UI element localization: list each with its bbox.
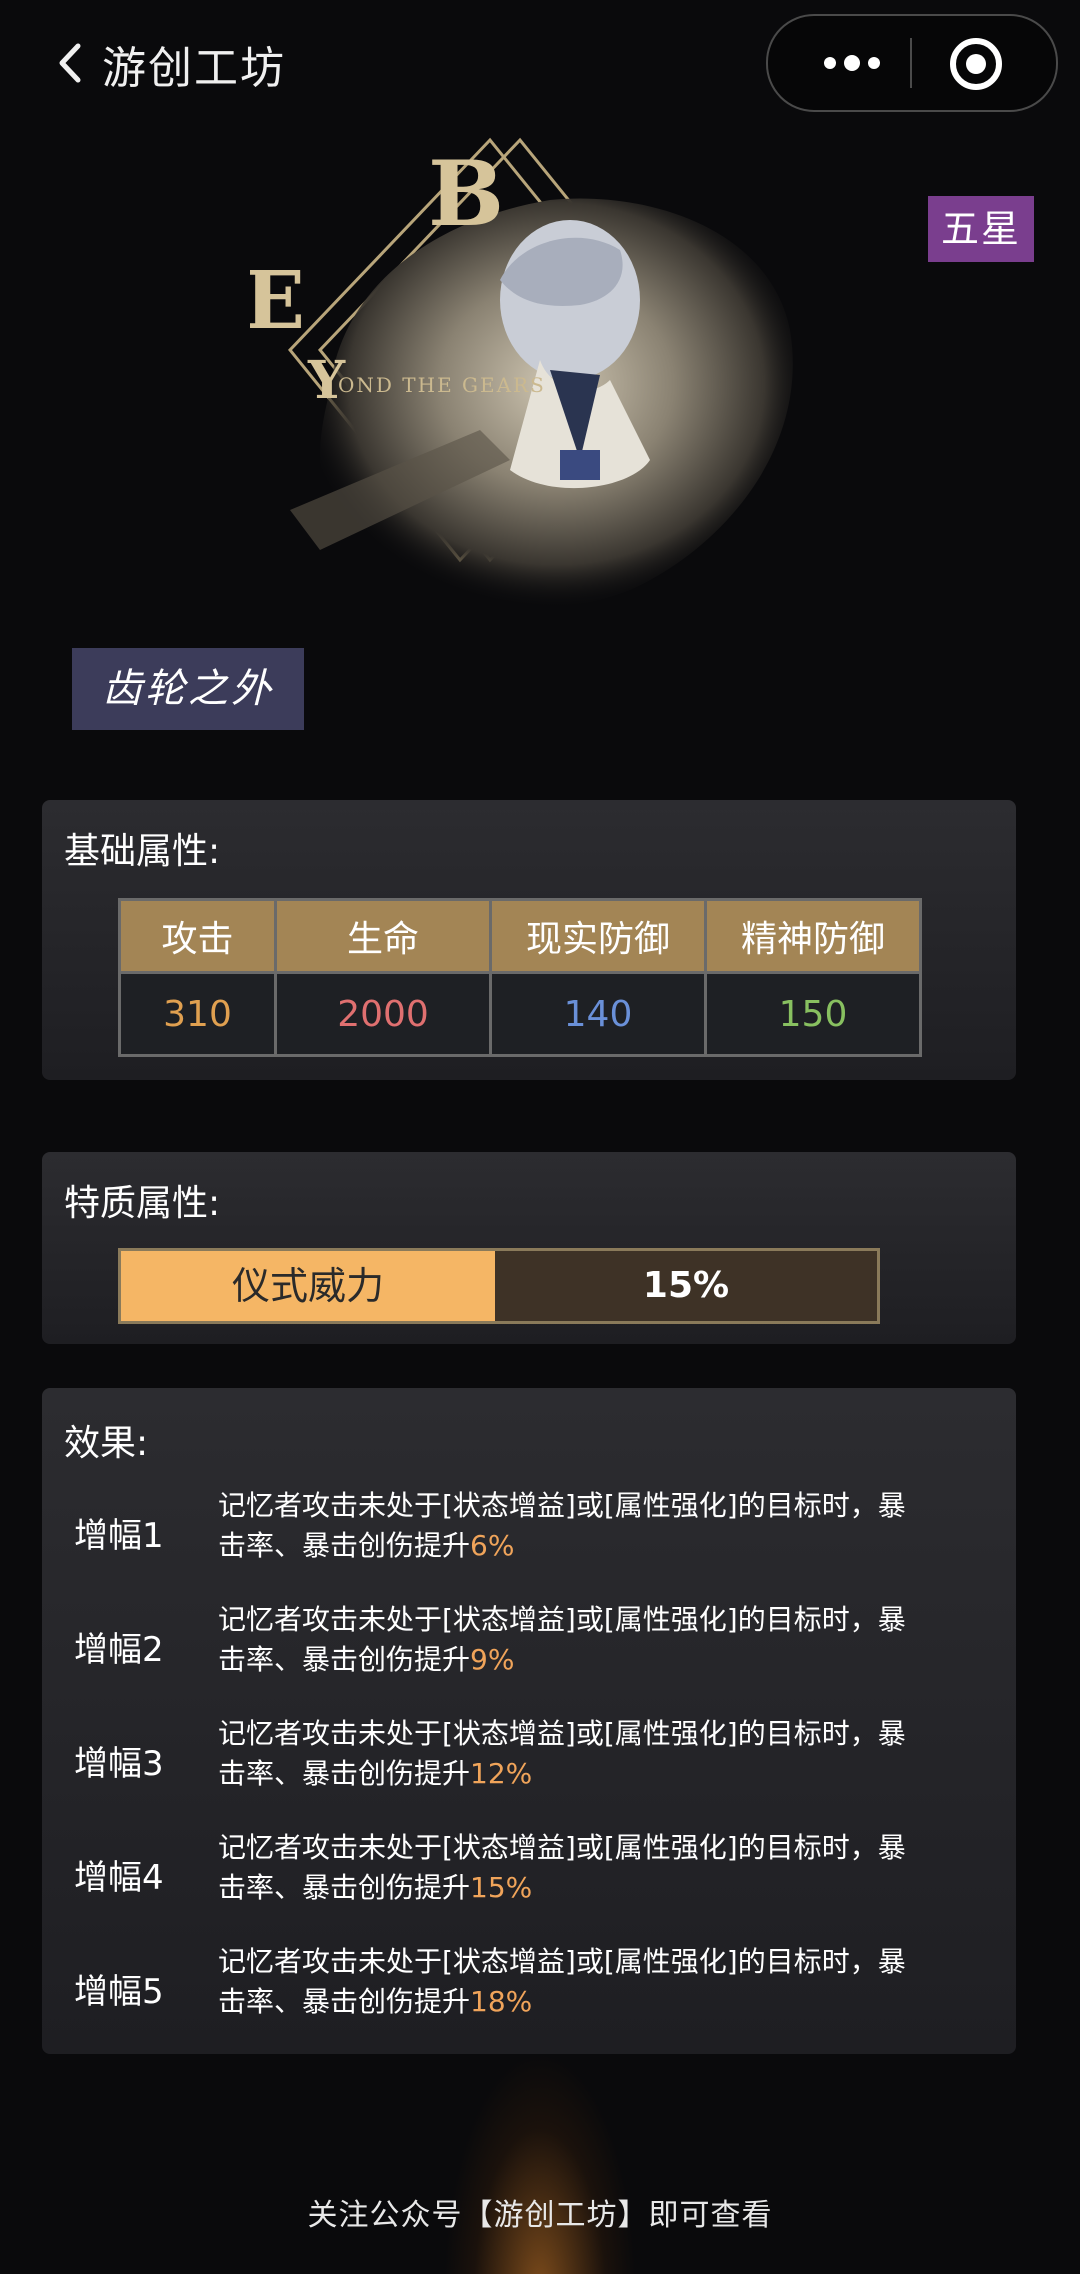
effect-label: 增幅2 xyxy=(74,1630,164,1670)
stat-value-attack: 310 xyxy=(118,971,277,1057)
trait-name: 仪式威力 xyxy=(121,1251,495,1321)
capsule-divider xyxy=(910,38,912,88)
stats-table: 攻击 生命 现实防御 精神防御 310 2000 140 150 xyxy=(118,898,922,1057)
effect-value: 15% xyxy=(470,1871,533,1904)
effect-description: 记忆者攻击未处于[状态增益]或[属性强化]的目标时，暴 击率、暴击创伤提升18% xyxy=(218,1942,958,2022)
effect-line-2: 击率、暴击创伤提升6% xyxy=(218,1526,958,1566)
trait-row: 仪式威力 15% xyxy=(118,1248,880,1324)
mini-program-capsule xyxy=(766,14,1058,112)
more-dots-icon[interactable] xyxy=(806,36,906,90)
effect-item: 增幅1 记忆者攻击未处于[状态增益]或[属性强化]的目标时，暴 击率、暴击创伤提… xyxy=(42,1486,1016,1576)
effect-value: 18% xyxy=(470,1985,533,2018)
trait-panel: 特质属性: 仪式威力 15% xyxy=(42,1152,1016,1344)
stat-value-hp: 2000 xyxy=(274,971,492,1057)
effect-line-2: 击率、暴击创伤提升9% xyxy=(218,1640,958,1680)
stat-header-real-def: 现实防御 xyxy=(489,898,707,974)
back-arrow-icon[interactable] xyxy=(52,38,88,88)
effect-line-2-text: 击率、暴击创伤提升 xyxy=(218,1529,471,1562)
effect-label: 增幅4 xyxy=(74,1858,164,1898)
effect-label: 增幅3 xyxy=(74,1744,164,1784)
base-stats-title: 基础属性: xyxy=(64,831,221,872)
effect-line-2-text: 击率、暴击创伤提升 xyxy=(218,1871,471,1904)
effect-description: 记忆者攻击未处于[状态增益]或[属性强化]的目标时，暴 击率、暴击创伤提升9% xyxy=(218,1600,958,1680)
rarity-badge: 五星 xyxy=(928,196,1034,262)
effect-label: 增幅5 xyxy=(74,1972,164,2012)
effect-line-2: 击率、暴击创伤提升18% xyxy=(218,1982,958,2022)
effect-line-2-text: 击率、暴击创伤提升 xyxy=(218,1643,471,1676)
stat-value-real-def: 140 xyxy=(489,971,707,1057)
art-letter-b: B xyxy=(428,141,504,247)
page-title: 游创工坊 xyxy=(102,43,286,94)
stat-header-mental-def: 精神防御 xyxy=(704,898,922,974)
stats-header-row: 攻击 生命 现实防御 精神防御 xyxy=(118,898,922,974)
effect-item: 增幅3 记忆者攻击未处于[状态增益]或[属性强化]的目标时，暴 击率、暴击创伤提… xyxy=(42,1714,1016,1804)
effect-line-2: 击率、暴击创伤提升12% xyxy=(218,1754,958,1794)
top-bar: 游创工坊 xyxy=(0,0,1080,125)
effect-line-1: 记忆者攻击未处于[状态增益]或[属性强化]的目标时，暴 xyxy=(218,1717,906,1750)
effect-label: 增幅1 xyxy=(74,1516,164,1556)
trait-title: 特质属性: xyxy=(64,1183,221,1224)
effect-item: 增幅5 记忆者攻击未处于[状态增益]或[属性强化]的目标时，暴 击率、暴击创伤提… xyxy=(42,1942,1016,2032)
effect-line-1: 记忆者攻击未处于[状态增益]或[属性强化]的目标时，暴 xyxy=(218,1831,906,1864)
effect-line-2-text: 击率、暴击创伤提升 xyxy=(218,1985,471,2018)
stat-value-mental-def: 150 xyxy=(704,971,922,1057)
effect-value: 6% xyxy=(470,1529,515,1562)
base-stats-panel: 基础属性: 攻击 生命 现实防御 精神防御 310 2000 140 150 xyxy=(42,800,1016,1080)
art-letter-e: E xyxy=(250,253,305,347)
effect-description: 记忆者攻击未处于[状态增益]或[属性强化]的目标时，暴 击率、暴击创伤提升6% xyxy=(218,1486,958,1566)
effect-value: 9% xyxy=(470,1643,515,1676)
effects-panel: 效果: 增幅1 记忆者攻击未处于[状态增益]或[属性强化]的目标时，暴 击率、暴… xyxy=(42,1388,1016,2054)
art-caption: OND THE GEARS xyxy=(338,373,546,397)
stat-header-hp: 生命 xyxy=(274,898,492,974)
effect-description: 记忆者攻击未处于[状态增益]或[属性强化]的目标时，暴 击率、暴击创伤提升12% xyxy=(218,1714,958,1794)
effect-line-1: 记忆者攻击未处于[状态增益]或[属性强化]的目标时，暴 xyxy=(218,1603,906,1636)
effect-item: 增幅4 记忆者攻击未处于[状态增益]或[属性强化]的目标时，暴 击率、暴击创伤提… xyxy=(42,1828,1016,1918)
stats-value-row: 310 2000 140 150 xyxy=(118,971,922,1057)
effect-line-1: 记忆者攻击未处于[状态增益]或[属性强化]的目标时，暴 xyxy=(218,1945,906,1978)
target-circle-icon[interactable] xyxy=(948,36,1004,92)
effect-line-1: 记忆者攻击未处于[状态增益]或[属性强化]的目标时，暴 xyxy=(218,1489,906,1522)
card-name: 齿轮之外 xyxy=(72,648,304,730)
effect-item: 增幅2 记忆者攻击未处于[状态增益]或[属性强化]的目标时，暴 击率、暴击创伤提… xyxy=(42,1600,1016,1690)
effect-value: 12% xyxy=(470,1757,533,1790)
footer-notice: 关注公众号【游创工坊】即可查看 xyxy=(307,2198,773,2233)
effect-line-2-text: 击率、暴击创伤提升 xyxy=(218,1757,471,1790)
stat-header-attack: 攻击 xyxy=(118,898,277,974)
trait-value: 15% xyxy=(495,1251,877,1321)
effects-title: 效果: xyxy=(64,1423,149,1464)
effect-line-2: 击率、暴击创伤提升15% xyxy=(218,1868,958,1908)
effect-description: 记忆者攻击未处于[状态增益]或[属性强化]的目标时，暴 击率、暴击创伤提升15% xyxy=(218,1828,958,1908)
card-artwork: B E Y OND THE GEARS xyxy=(244,130,810,670)
